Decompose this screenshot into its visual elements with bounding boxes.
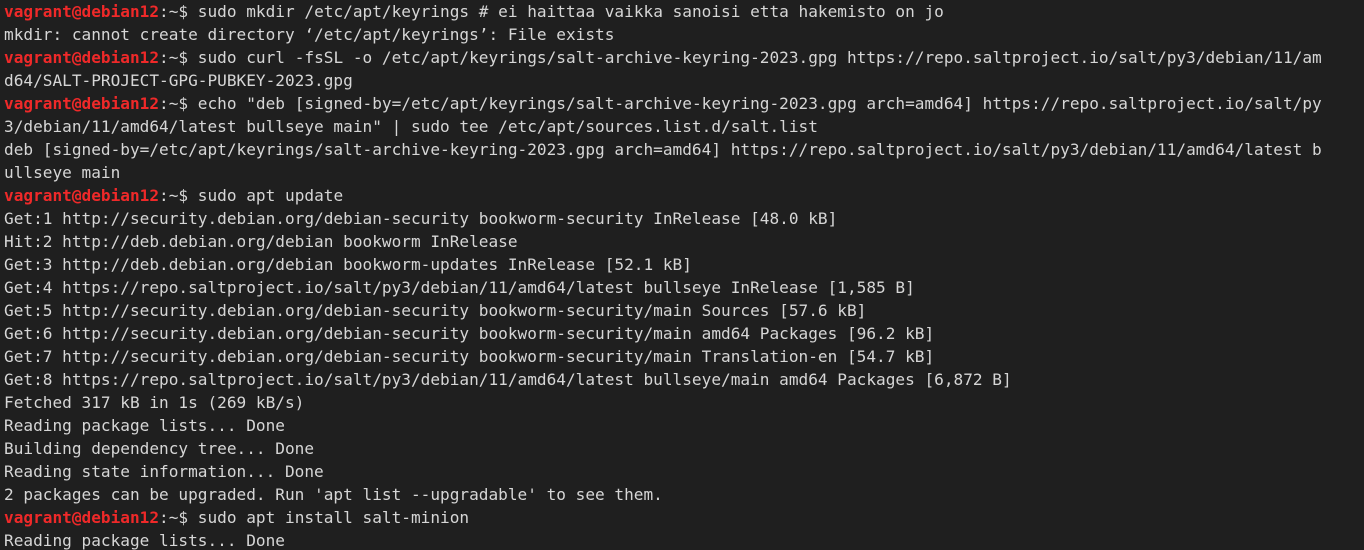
command-text: sudo apt install salt-minion	[197, 508, 470, 527]
prompt-path: :~$	[159, 508, 198, 527]
output-line: deb [signed-by=/etc/apt/keyrings/salt-ar…	[4, 140, 1322, 159]
prompt-user-host: vagrant@debian12	[4, 186, 160, 205]
prompt-line: vagrant@debian12:~$ sudo apt install sal…	[4, 506, 1364, 529]
output-line: Get:6 http://security.debian.org/debian-…	[4, 324, 935, 343]
output-line: Building dependency tree... Done	[4, 439, 315, 458]
output-line: ullseye main	[4, 163, 121, 182]
prompt-path: :~$	[159, 48, 198, 67]
output-line: Get:1 http://security.debian.org/debian-…	[4, 209, 838, 228]
prompt-line: vagrant@debian12:~$ sudo apt update	[4, 184, 1364, 207]
prompt-user-host: vagrant@debian12	[4, 2, 160, 21]
output-line: Reading package lists... Done	[4, 531, 285, 550]
prompt-path: :~$	[159, 2, 198, 21]
prompt-path: :~$	[159, 94, 198, 113]
prompt-user-host: vagrant@debian12	[4, 94, 160, 113]
output-line: Get:5 http://security.debian.org/debian-…	[4, 301, 867, 320]
prompt-user-host: vagrant@debian12	[4, 508, 160, 527]
output-line: 2 packages can be upgraded. Run 'apt lis…	[4, 485, 663, 504]
output-line: Get:3 http://deb.debian.org/debian bookw…	[4, 255, 692, 274]
prompt-path: :~$	[159, 186, 198, 205]
terminal-output[interactable]: vagrant@debian12:~$ sudo mkdir /etc/apt/…	[4, 0, 1364, 550]
prompt-line: vagrant@debian12:~$ sudo curl -fsSL -o /…	[4, 46, 1364, 69]
output-line: Reading package lists... Done	[4, 416, 285, 435]
prompt-line: vagrant@debian12:~$ sudo mkdir /etc/apt/…	[4, 0, 1364, 23]
output-line: 3/debian/11/amd64/latest bullseye main" …	[4, 117, 818, 136]
output-line: Get:8 https://repo.saltproject.io/salt/p…	[4, 370, 1012, 389]
prompt-line: vagrant@debian12:~$ echo "deb [signed-by…	[4, 92, 1364, 115]
output-line: mkdir: cannot create directory ‘/etc/apt…	[4, 25, 615, 44]
output-line: Get:4 https://repo.saltproject.io/salt/p…	[4, 278, 915, 297]
command-text: sudo apt update	[197, 186, 344, 205]
output-line: Hit:2 http://deb.debian.org/debian bookw…	[4, 232, 518, 251]
terminal-window[interactable]: vagrant@debian12:~$ sudo mkdir /etc/apt/…	[0, 0, 1364, 550]
output-line: Reading state information... Done	[4, 462, 324, 481]
output-line: Fetched 317 kB in 1s (269 kB/s)	[4, 393, 305, 412]
output-line: Get:7 http://security.debian.org/debian-…	[4, 347, 935, 366]
command-text: sudo curl -fsSL -o /etc/apt/keyrings/sal…	[197, 48, 1322, 67]
prompt-user-host: vagrant@debian12	[4, 48, 160, 67]
command-text: sudo mkdir /etc/apt/keyrings # ei haitta…	[197, 2, 944, 21]
output-line: d64/SALT-PROJECT-GPG-PUBKEY-2023.gpg	[4, 71, 353, 90]
command-text: echo "deb [signed-by=/etc/apt/keyrings/s…	[197, 94, 1322, 113]
